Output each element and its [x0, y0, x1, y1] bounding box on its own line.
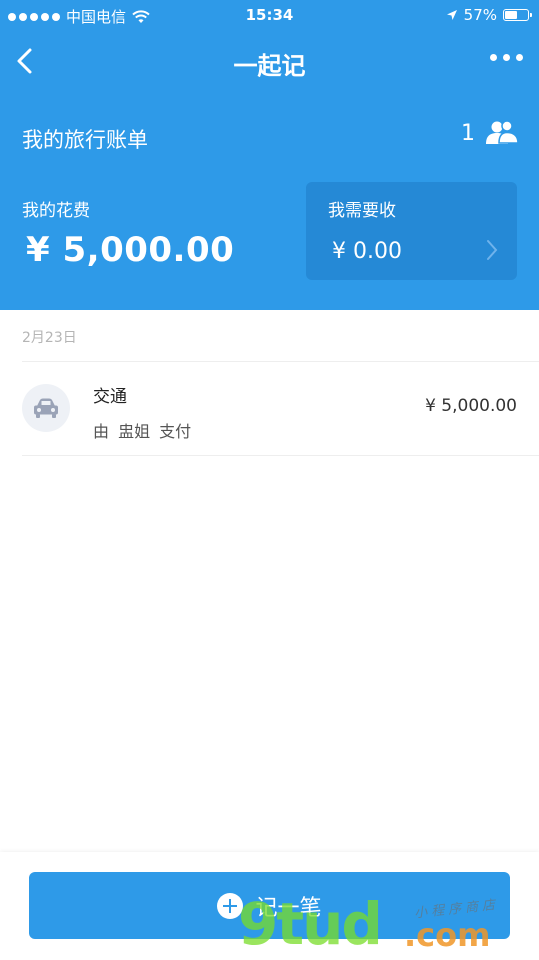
battery-percent: 57% [463, 6, 497, 24]
my-spend-amount: ¥ 5,000.00 [26, 230, 235, 270]
plus-circle-icon [217, 892, 244, 919]
battery-icon [503, 9, 532, 21]
group-icon [486, 120, 519, 144]
more-dot [490, 54, 497, 61]
members-button[interactable]: 1 [461, 120, 519, 146]
member-count: 1 [461, 120, 475, 146]
my-spend-label: 我的花费 [22, 201, 90, 221]
bottom-bar: 记一笔 [0, 852, 539, 960]
chevron-right-icon [487, 240, 498, 260]
date-header: 2月23日 [22, 330, 77, 346]
receivable-label: 我需要收 [328, 201, 396, 221]
more-dot [503, 54, 510, 61]
car-icon [34, 398, 58, 418]
more-dot [516, 54, 523, 61]
add-record-button[interactable]: 记一笔 [29, 872, 510, 939]
record-item[interactable]: 交通 由 盅姐 支付 ¥ 5,000.00 [0, 362, 539, 456]
more-menu-button[interactable] [490, 54, 523, 61]
category-icon-bg [22, 384, 70, 432]
record-payer: 由 盅姐 支付 [93, 422, 192, 441]
record-amount: ¥ 5,000.00 [425, 396, 517, 416]
record-category: 交通 [93, 387, 127, 407]
bill-name: 我的旅行账单 [22, 128, 148, 152]
status-bar: 中国电信 15:34 57% [0, 0, 539, 32]
receivable-amount: ¥ 0.00 [332, 239, 402, 264]
divider [22, 455, 539, 456]
nav-bar: 一起记 [0, 32, 539, 90]
header-panel: 中国电信 15:34 57% 一起记 我的旅行账单 1 我的花费 ¥ 5,000… [0, 0, 539, 310]
add-record-label: 记一笔 [255, 895, 322, 921]
receivable-card[interactable]: 我需要收 ¥ 0.00 [306, 182, 517, 280]
location-arrow-icon [446, 10, 457, 20]
status-right: 57% [446, 6, 532, 24]
page-title: 一起记 [233, 52, 306, 80]
